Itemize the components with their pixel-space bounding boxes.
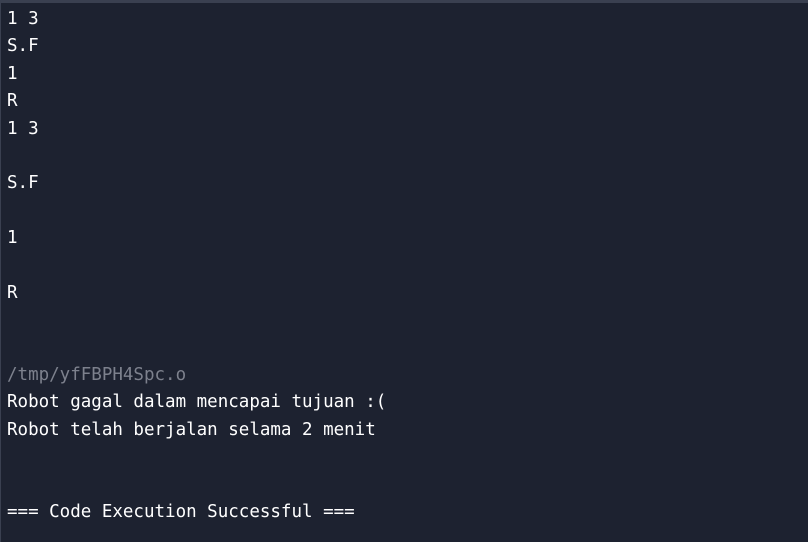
output-text: 1 3 S.F 1 R 1 3 S.F 1 R /tmp/yfFBPH4Spc.…: [7, 6, 808, 526]
output-line-blank: [7, 307, 808, 334]
output-line-blank: [7, 198, 808, 225]
output-line-echo: 1: [7, 228, 18, 249]
output-line-echo: S.F: [7, 173, 39, 194]
program-output-duration: Robot telah berjalan selama 2 menit: [7, 419, 376, 440]
output-line-input: 1: [7, 63, 18, 84]
executable-path: /tmp/yfFBPH4Spc.o: [7, 365, 187, 386]
output-line-input: R: [7, 91, 18, 112]
output-line-blank: [7, 253, 808, 280]
output-line-blank: [7, 143, 808, 170]
output-line-echo: R: [7, 282, 18, 303]
output-line-blank: [7, 444, 808, 471]
output-line-echo: 1 3: [7, 118, 39, 139]
output-line-input: S.F: [7, 36, 39, 57]
terminal-output-panel: 1 3 S.F 1 R 1 3 S.F 1 R /tmp/yfFBPH4Spc.…: [0, 0, 808, 542]
program-output-result: Robot gagal dalam mencapai tujuan :(: [7, 392, 387, 413]
execution-status-message: === Code Execution Successful ===: [7, 502, 355, 523]
output-line-blank: [7, 472, 808, 499]
output-line-blank: [7, 335, 808, 362]
output-line-input: 1 3: [7, 9, 39, 29]
